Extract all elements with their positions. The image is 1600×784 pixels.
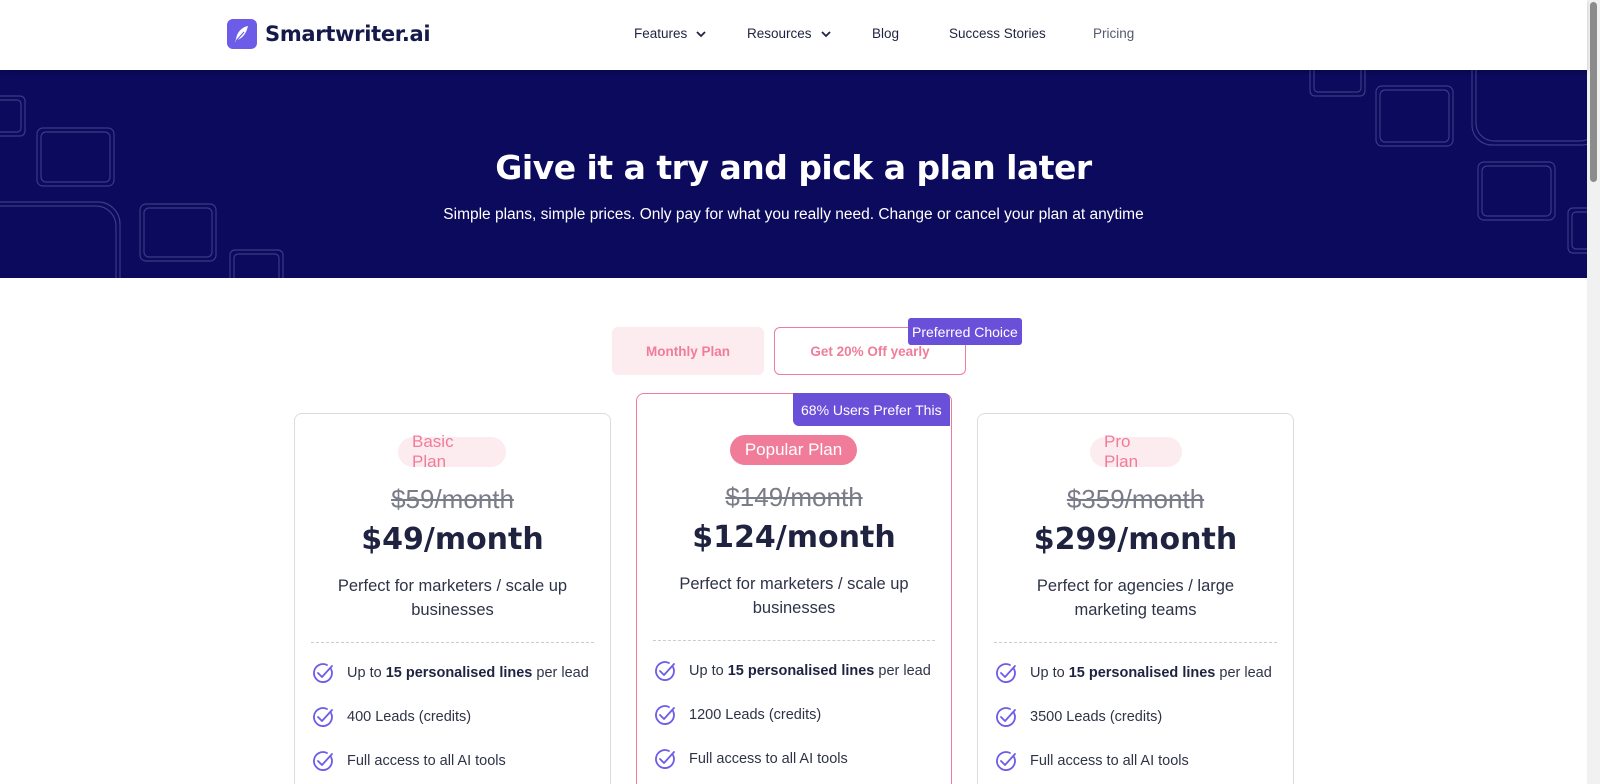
feature-item: Full access to all AI tools xyxy=(311,749,506,773)
card-divider xyxy=(653,640,935,641)
top-navbar: Smartwriter.ai Features Resources Blog S… xyxy=(0,0,1587,70)
check-circle-icon xyxy=(996,663,1016,683)
plan-name-pill: Pro Plan xyxy=(1090,432,1182,471)
card-divider xyxy=(994,642,1277,643)
plan-description: Perfect for marketers / scale up busines… xyxy=(337,577,568,619)
check-circle-icon xyxy=(655,705,675,725)
plan-description: Perfect for agencies / large marketing t… xyxy=(1036,577,1235,619)
nav-features[interactable]: Features xyxy=(634,26,707,41)
brand-name: Smartwriter.ai xyxy=(265,22,431,46)
plan-description: Perfect for marketers / scale up busines… xyxy=(679,575,909,617)
current-price: $299/month xyxy=(1033,522,1238,557)
check-circle-icon xyxy=(313,707,333,727)
current-price: $49/month xyxy=(361,522,544,557)
nav-pricing[interactable]: Pricing xyxy=(1093,26,1134,41)
old-price: $59/month xyxy=(391,484,514,514)
feature-text: Up to 15 personalised lines per lead xyxy=(1030,665,1272,681)
feature-item: Full access to all AI tools xyxy=(653,747,848,771)
card-divider xyxy=(311,642,594,643)
hero-subtitle: Simple plans, simple prices. Only pay fo… xyxy=(443,206,1144,223)
feather-icon xyxy=(227,19,257,49)
check-circle-icon xyxy=(996,707,1016,727)
feature-text: Up to 15 personalised lines per lead xyxy=(347,665,589,681)
vertical-scrollbar[interactable] xyxy=(1587,0,1600,784)
feature-text: 3500 Leads (credits) xyxy=(1030,709,1163,725)
brand-logo[interactable]: Smartwriter.ai xyxy=(227,19,431,49)
chevron-down-icon xyxy=(820,30,831,37)
nav-resources[interactable]: Resources xyxy=(747,26,832,41)
feature-item: Up to 15 personalised lines per lead xyxy=(653,659,931,683)
users-prefer-badge: 68% Users Prefer This xyxy=(793,393,950,426)
old-price: $359/month xyxy=(1066,484,1205,514)
feature-text: Full access to all AI tools xyxy=(689,751,848,767)
nav-features-label: Features xyxy=(634,26,688,41)
check-circle-icon xyxy=(313,751,333,771)
nav-success-stories[interactable]: Success Stories xyxy=(949,26,1046,41)
nav-blog[interactable]: Blog xyxy=(872,26,899,41)
nav-resources-label: Resources xyxy=(747,26,812,41)
plan-name-pill: Popular Plan xyxy=(730,435,857,465)
scrollbar-thumb[interactable] xyxy=(1590,2,1597,182)
feature-item: Up to 15 personalised lines per lead xyxy=(994,661,1272,685)
feature-text: Up to 15 personalised lines per lead xyxy=(689,663,931,679)
feature-item: Full access to all AI tools xyxy=(994,749,1189,773)
preferred-choice-badge: Preferred Choice xyxy=(908,318,1022,345)
feature-item: 400 Leads (credits) xyxy=(311,705,471,729)
current-price: $124/month xyxy=(692,520,896,555)
check-circle-icon xyxy=(655,749,675,769)
plan-name-pill: Basic Plan xyxy=(398,432,506,471)
hero-banner: Give it a try and pick a plan later Simp… xyxy=(0,70,1587,278)
check-circle-icon xyxy=(655,661,675,681)
old-price: $149/month xyxy=(725,482,863,512)
monthly-plan-toggle[interactable]: Monthly Plan xyxy=(612,327,764,375)
feature-item: 1200 Leads (credits) xyxy=(653,703,821,727)
feature-text: Full access to all AI tools xyxy=(1030,753,1189,769)
feature-item: 3500 Leads (credits) xyxy=(994,705,1162,729)
feature-item: Up to 15 personalised lines per lead xyxy=(311,661,589,685)
feature-text: 1200 Leads (credits) xyxy=(689,707,822,723)
chevron-down-icon xyxy=(696,30,706,37)
feature-text: 400 Leads (credits) xyxy=(347,709,472,725)
check-circle-icon xyxy=(996,751,1016,771)
check-circle-icon xyxy=(313,663,333,683)
hero-title: Give it a try and pick a plan later xyxy=(495,148,1092,187)
feature-text: Full access to all AI tools xyxy=(347,753,506,769)
